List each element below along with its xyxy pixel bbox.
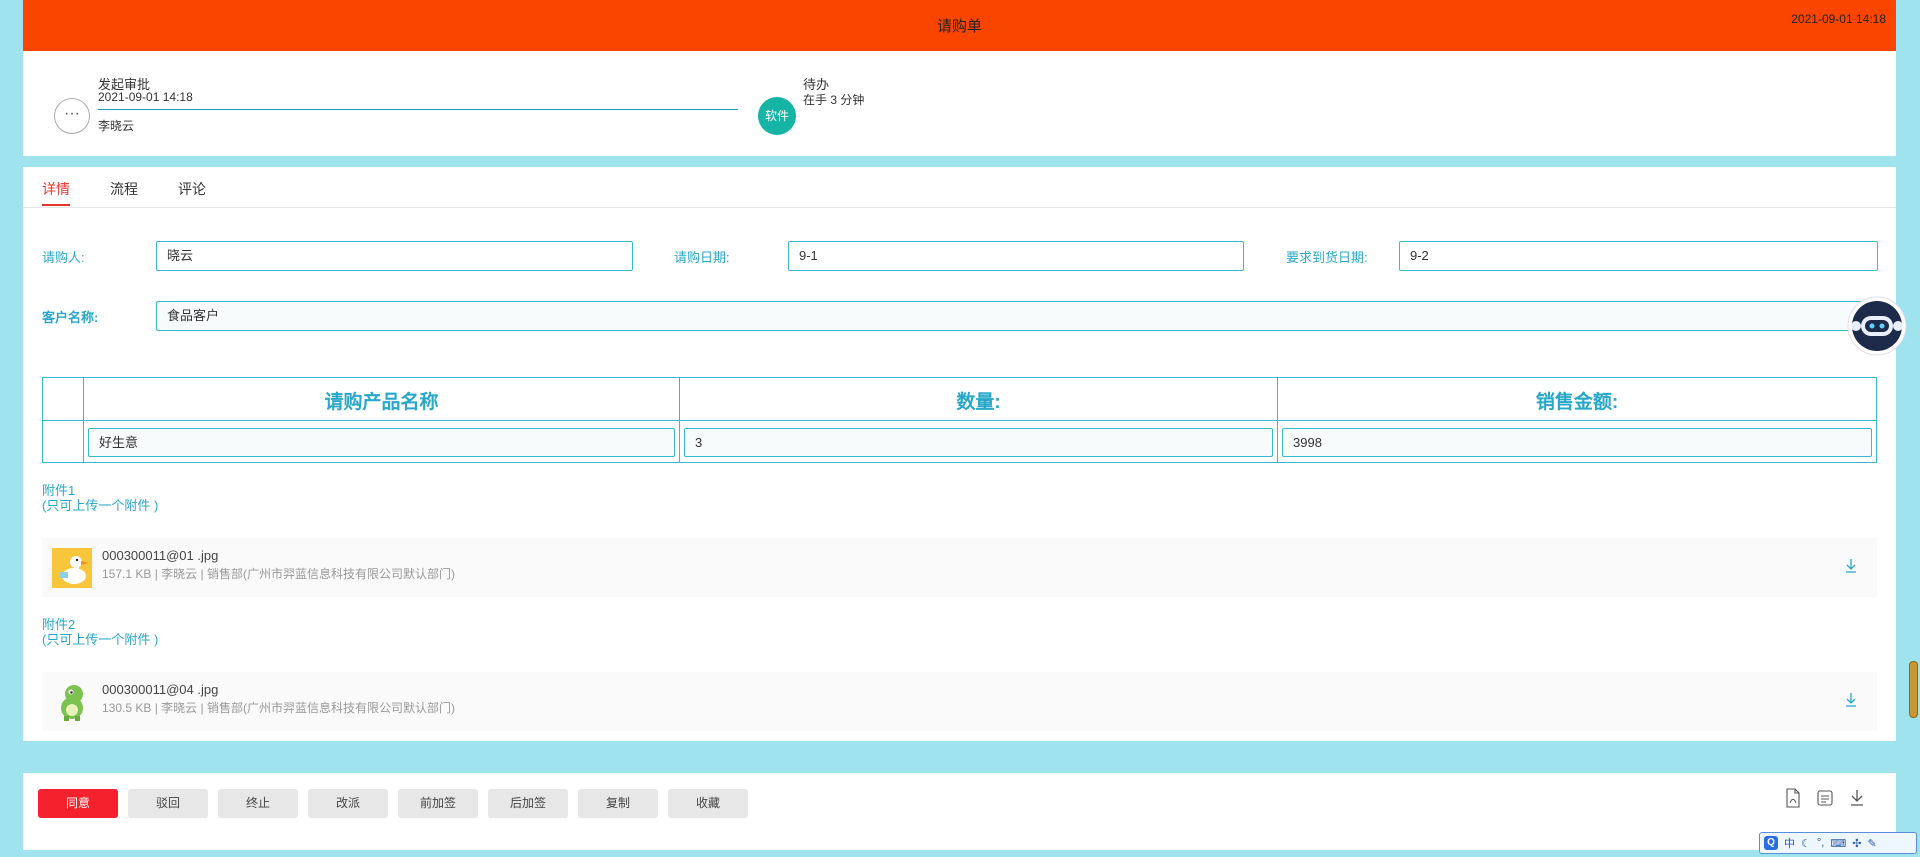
reject-button[interactable]: 驳回: [128, 789, 208, 818]
table-divider: [43, 420, 1876, 421]
favorite-button[interactable]: 收藏: [668, 789, 748, 818]
tab-comments[interactable]: 评论: [178, 179, 206, 199]
progress-line: [98, 109, 738, 110]
terminate-button[interactable]: 终止: [218, 789, 298, 818]
settings-icon[interactable]: ✣: [1852, 837, 1861, 850]
robot-assistant-icon[interactable]: [1843, 296, 1907, 356]
more-button[interactable]: ···: [54, 98, 90, 134]
pdf-export-icon[interactable]: [1784, 788, 1802, 808]
attachment1-file-name[interactable]: 000300011@01 .jpg: [102, 548, 218, 563]
page-header: 请购单 2021-09-01 14:18: [23, 0, 1896, 51]
step-initiate-time: 2021-09-01 14:18: [98, 90, 193, 104]
request-date-label: 请购日期:: [674, 250, 730, 265]
attachment2-title: 附件2: [42, 617, 76, 632]
attachment1-label: 附件1 (只可上传一个附件 ): [42, 483, 158, 513]
download-icon[interactable]: [1843, 557, 1859, 575]
agree-button[interactable]: 同意: [38, 789, 118, 818]
attachment1-hint: (只可上传一个附件 ): [42, 498, 159, 513]
product-name-input[interactable]: 好生意: [88, 428, 675, 457]
attachment2-file-name[interactable]: 000300011@04 .jpg: [102, 682, 218, 697]
ime-logo-icon[interactable]: Q: [1764, 836, 1778, 850]
download-icon[interactable]: [1843, 691, 1859, 709]
arrival-date-label: 要求到货日期:: [1286, 250, 1368, 265]
requester-input[interactable]: 晓云: [156, 241, 633, 271]
page-title: 请购单: [936, 18, 982, 35]
customer-label: 客户名称:: [42, 310, 99, 325]
punctuation-icon[interactable]: °,: [1817, 837, 1824, 849]
moon-icon[interactable]: ☾: [1801, 837, 1811, 850]
column-header-quantity: 数量:: [956, 392, 1001, 413]
step-initiate-user: 李晓云: [98, 119, 135, 133]
copy-button[interactable]: 复制: [578, 789, 658, 818]
step-pending-duration: 在手 3 分钟: [803, 93, 865, 107]
quantity-input[interactable]: 3: [684, 428, 1273, 457]
tab-details[interactable]: 详情: [42, 179, 70, 199]
column-header-product: 请购产品名称: [324, 392, 439, 413]
ime-toolbar[interactable]: Q 中 ☾ °, ⌨ ✣ ✎: [1759, 832, 1917, 854]
attachment2-hint: (只可上传一个附件 ): [42, 632, 159, 647]
tab-bar: 详情 流程 评论: [23, 167, 1896, 208]
tab-process[interactable]: 流程: [110, 179, 138, 199]
goose-image-thumbnail[interactable]: [52, 548, 92, 588]
arrival-date-input[interactable]: 9-2: [1399, 241, 1878, 271]
scrollbar-thumb[interactable]: [1909, 661, 1918, 718]
download-icon[interactable]: [1848, 788, 1866, 808]
attachment1-title: 附件1: [42, 483, 76, 498]
column-header-amount: 销售金额:: [1535, 392, 1619, 413]
attachment2-file-meta: 130.5 KB | 李晓云 | 销售部(广州市羿蓝信息科技有限公司默认部门): [102, 701, 455, 715]
amount-input[interactable]: 3998: [1282, 428, 1872, 457]
request-date-input[interactable]: 9-1: [788, 241, 1244, 271]
active-tab-indicator: [42, 204, 70, 206]
dinosaur-image-thumbnail[interactable]: [52, 682, 92, 722]
customer-input[interactable]: 食品客户: [156, 301, 1891, 331]
pre-sign-button[interactable]: 前加签: [398, 789, 478, 818]
attachment1-file-row[interactable]: 000300011@01 .jpg 157.1 KB | 李晓云 | 销售部(广…: [42, 538, 1877, 597]
ime-language[interactable]: 中: [1784, 835, 1795, 851]
detail-panel: 详情 流程 评论 请购人: 晓云 请购日期: 9-1 要求到货日期: 9-2 客…: [23, 167, 1896, 741]
header-datetime: 2021-09-01 14:18: [1791, 12, 1886, 26]
reassign-button[interactable]: 改派: [308, 789, 388, 818]
attachment1-file-meta: 157.1 KB | 李晓云 | 销售部(广州市羿蓝信息科技有限公司默认部门): [102, 567, 455, 581]
approver-avatar: 软件: [758, 97, 796, 135]
action-bar: 同意 驳回 终止 改派 前加签 后加签 复制 收藏: [23, 773, 1896, 850]
wrench-icon[interactable]: ✎: [1867, 837, 1876, 850]
print-icon[interactable]: [1816, 788, 1834, 808]
product-table: 请购产品名称 数量: 销售金额: 好生意 3 3998: [42, 377, 1877, 463]
post-sign-button[interactable]: 后加签: [488, 789, 568, 818]
requester-label: 请购人:: [42, 250, 85, 265]
keyboard-icon[interactable]: ⌨: [1830, 837, 1846, 850]
attachment2-label: 附件2 (只可上传一个附件 ): [42, 617, 158, 647]
attachment2-file-row[interactable]: 000300011@04 .jpg 130.5 KB | 李晓云 | 销售部(广…: [42, 672, 1877, 731]
approval-progress: ··· 发起审批 2021-09-01 14:18 李晓云 软件 待办 在手 3…: [23, 51, 1896, 156]
